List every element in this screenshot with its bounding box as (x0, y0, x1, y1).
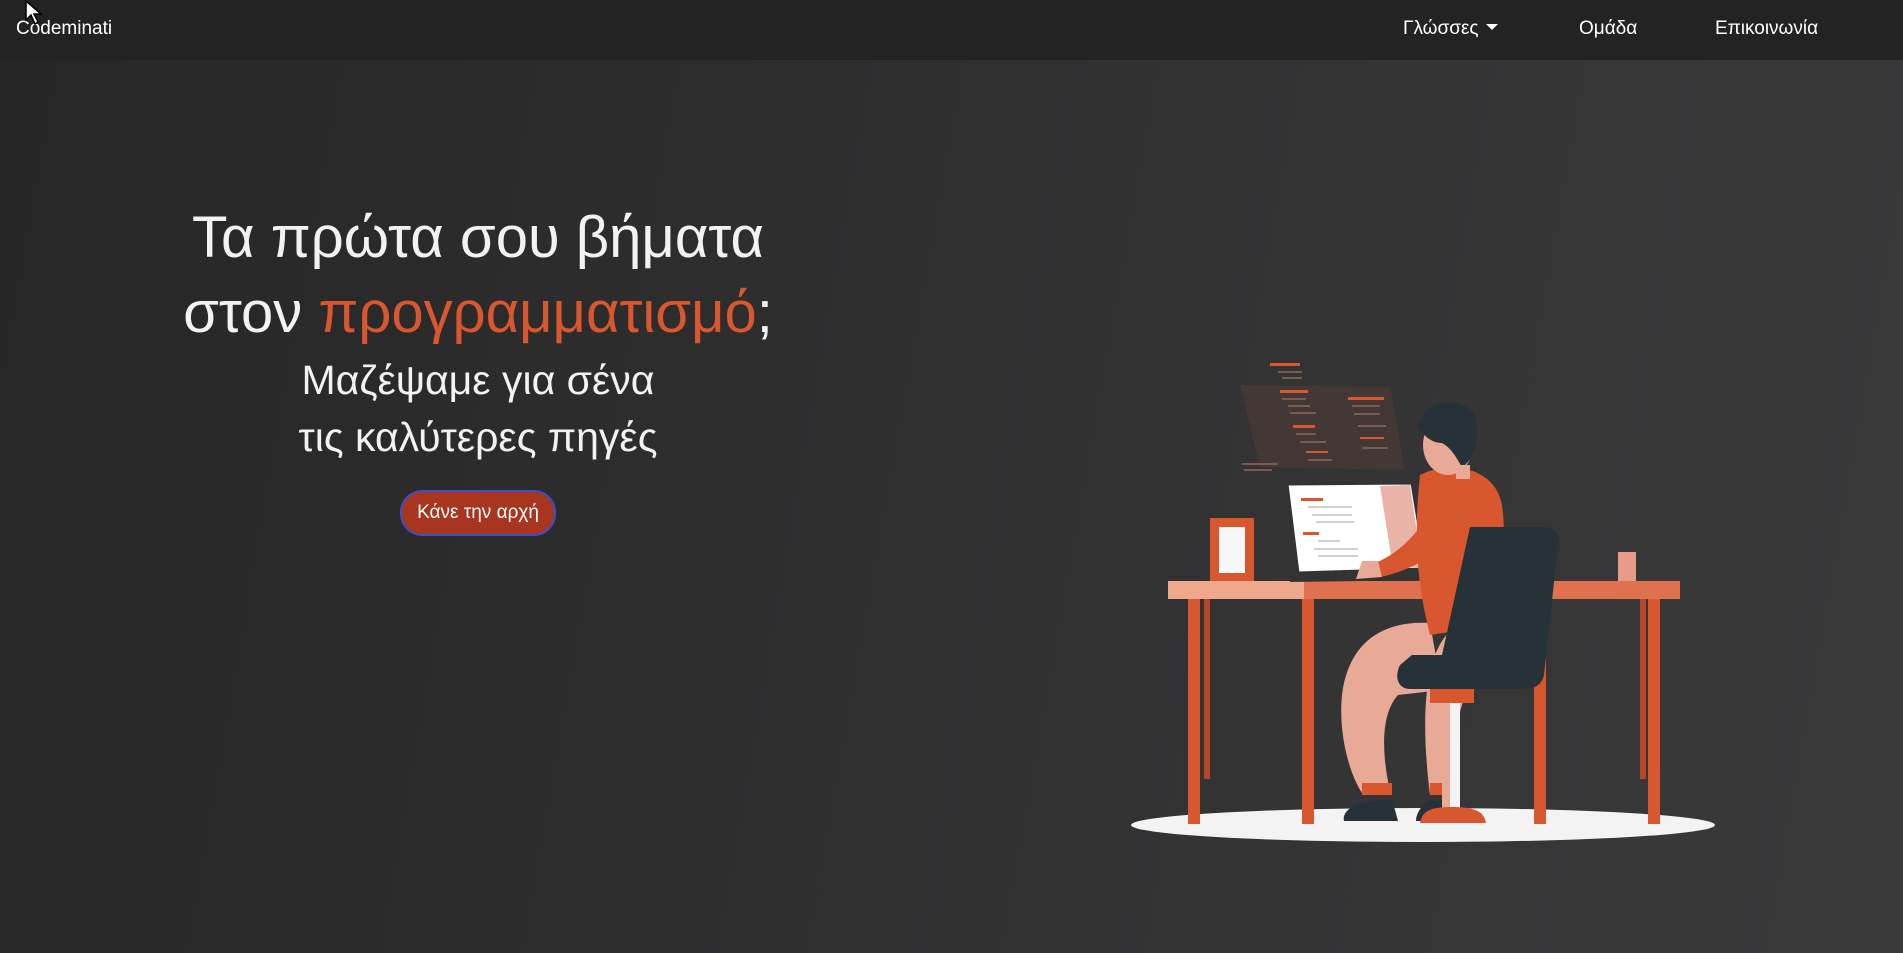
caret-down-icon (1485, 24, 1498, 30)
nav-item-label: Γλώσσες (1403, 18, 1479, 39)
nav-item-languages-dropdown[interactable]: Γλώσσες (1403, 18, 1498, 40)
desk-icon (1168, 581, 1680, 824)
developer-at-desk-illustration (1131, 363, 1715, 842)
hero-section: Τα πρώτα σου βήματα στον προγραμματισμό;… (160, 200, 796, 536)
hero-title-line-2: στον προγραμματισμό; (160, 275, 796, 350)
hero-title-prefix: στον (183, 280, 319, 345)
hero-title-highlight: προγραμματισμό (318, 280, 757, 345)
nav-item-contact[interactable]: Επικοινωνία (1715, 18, 1818, 40)
hero-subtitle-line-1: Μαζέψαμε για σένα (301, 357, 655, 403)
get-started-button[interactable]: Κάνε την αρχή (400, 490, 556, 536)
floating-code-icon (1240, 363, 1405, 471)
hero-title-line-1: Τα πρώτα σου βήματα (192, 205, 764, 270)
mouse-cursor-icon (25, 0, 43, 26)
nav-item-team[interactable]: Ομάδα (1579, 18, 1637, 40)
hero-title-suffix: ; (756, 280, 773, 345)
cup-icon (1618, 552, 1636, 581)
top-navbar: Codeminati Γλώσσες Ομάδα Επικοινωνία (0, 0, 1903, 60)
hero-subtitle-line-2: τις καλύτερες πηγές (298, 414, 658, 460)
picture-frame-icon (1210, 518, 1254, 581)
